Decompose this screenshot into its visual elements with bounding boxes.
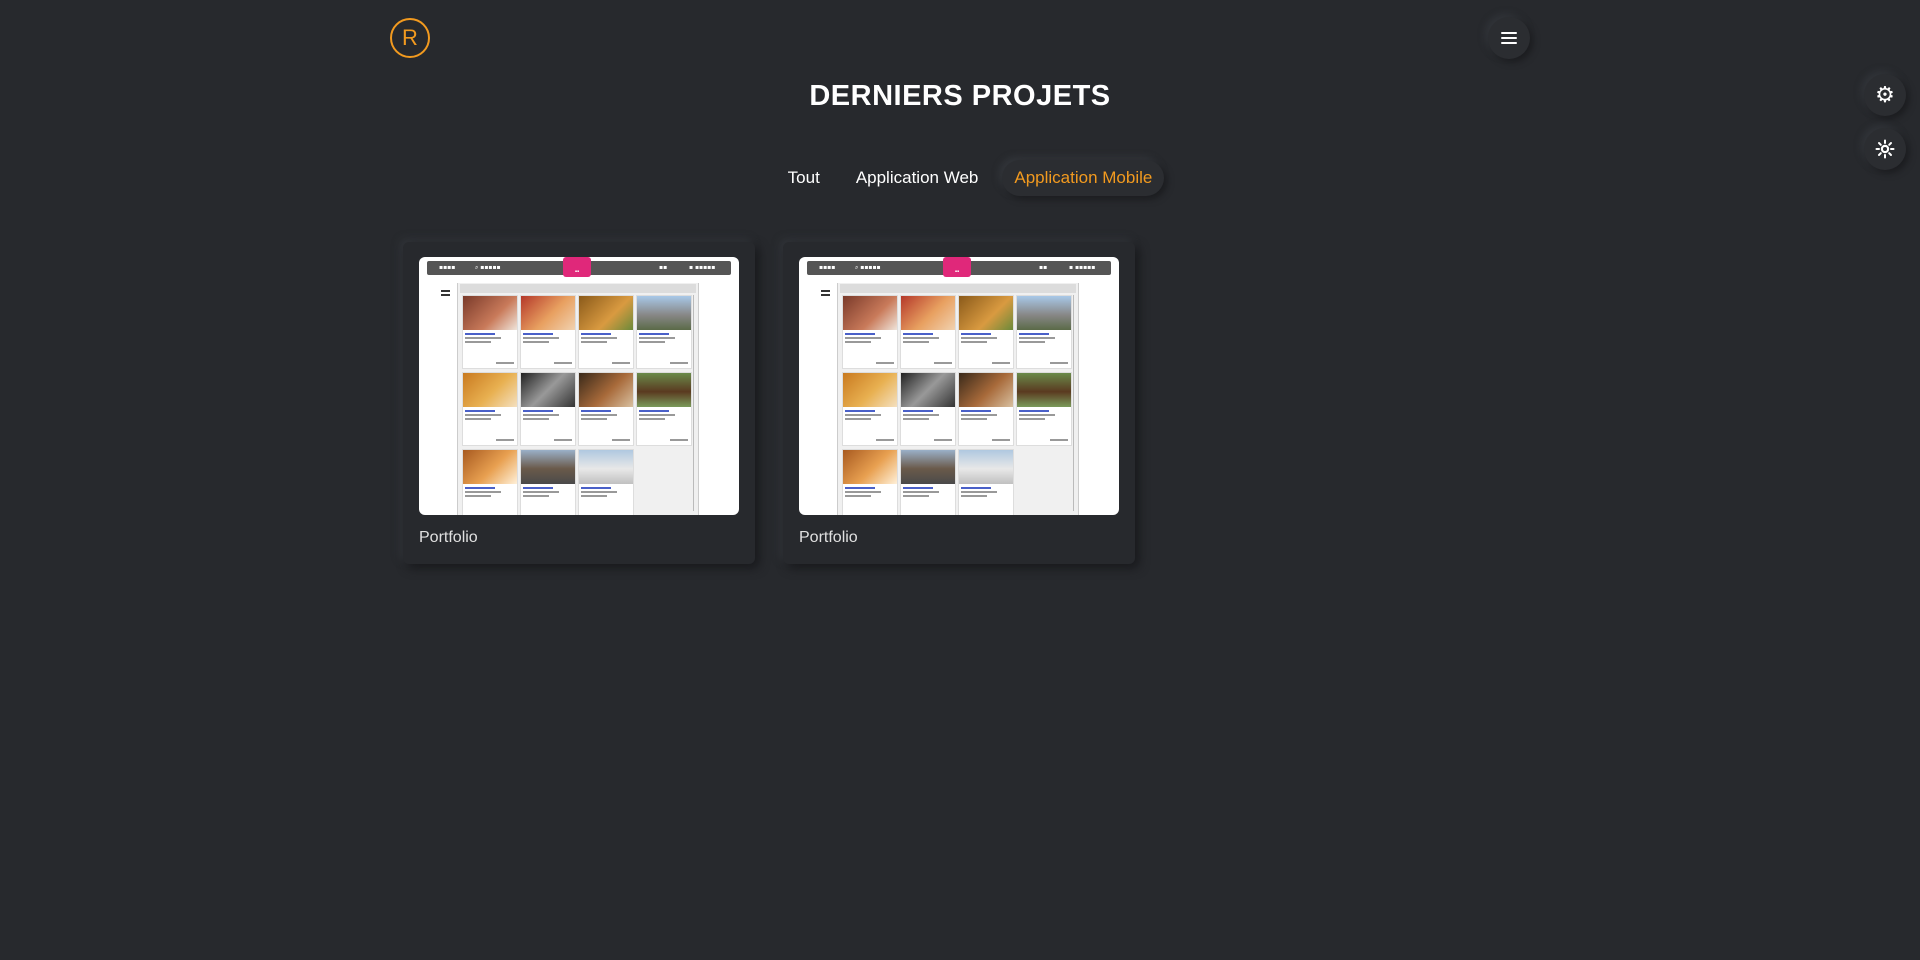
project-card[interactable]: ▪▪▪▪ ⌕ ▪▪▪▪▪ ▪▪ ▪ ▪▪▪▪▪ ▪▪ Portfolio bbox=[403, 242, 755, 564]
tab-web-app[interactable]: Application Web bbox=[844, 160, 991, 196]
filter-tabs: Tout Application Web Application Mobile bbox=[0, 160, 1920, 196]
project-title: Portfolio bbox=[799, 529, 858, 546]
project-card[interactable]: ▪▪▪▪ ⌕ ▪▪▪▪▪ ▪▪ ▪ ▪▪▪▪▪ ▪▪ Portfolio bbox=[783, 242, 1135, 564]
section-title: DERNIERS PROJETS bbox=[809, 80, 1111, 112]
site-logo[interactable]: R bbox=[390, 18, 430, 58]
project-title: Portfolio bbox=[419, 529, 478, 546]
logo-letter: R bbox=[402, 25, 418, 50]
menu-button[interactable] bbox=[1488, 17, 1530, 59]
sun-icon bbox=[1875, 139, 1895, 159]
project-thumbnail[interactable]: ▪▪▪▪ ⌕ ▪▪▪▪▪ ▪▪ ▪ ▪▪▪▪▪ ▪▪ bbox=[419, 257, 739, 515]
tab-all[interactable]: Tout bbox=[776, 160, 832, 196]
hamburger-icon bbox=[1501, 32, 1517, 44]
tab-mobile-app[interactable]: Application Mobile bbox=[1002, 160, 1165, 196]
project-thumbnail[interactable]: ▪▪▪▪ ⌕ ▪▪▪▪▪ ▪▪ ▪ ▪▪▪▪▪ ▪▪ bbox=[799, 257, 1119, 515]
